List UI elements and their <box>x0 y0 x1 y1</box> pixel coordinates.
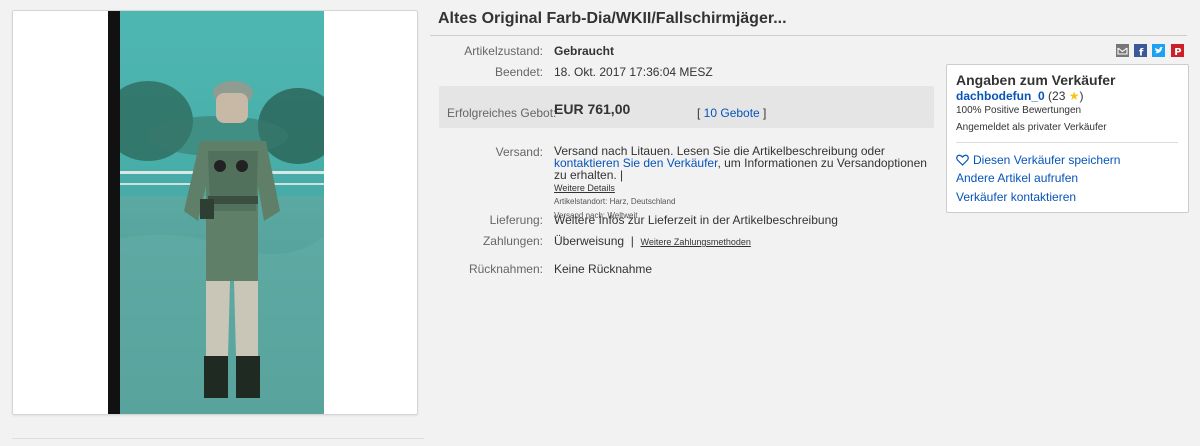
pinterest-icon[interactable]: P <box>1171 44 1184 57</box>
returns-value: Keine Rücknahme <box>554 262 653 276</box>
shipping-label: Versand: <box>495 145 543 159</box>
facebook-icon[interactable]: f <box>1134 44 1147 57</box>
item-image-panel[interactable] <box>12 10 418 415</box>
winning-bid-label: Erfolgreiches Gebot: <box>447 106 557 120</box>
shipping-info: Versand nach Litauen. Lesen Sie die Arti… <box>554 144 927 220</box>
email-icon[interactable] <box>1116 44 1129 57</box>
heart-icon <box>956 154 969 169</box>
svg-text:f: f <box>1139 48 1144 58</box>
ended-label: Beendet: <box>494 65 543 79</box>
condition-label: Artikelzustand: <box>464 44 543 58</box>
item-photo[interactable] <box>108 11 324 414</box>
seller-name-row: dachbodefun_0 (23 ★) <box>956 89 1084 103</box>
delivery-value: Weitere Infos zur Lieferzeit in der Arti… <box>554 213 838 227</box>
item-location: Artikelstandort: Harz, Deutschland <box>554 197 676 206</box>
seller-info-box: Angaben zum Verkäufer dachbodefun_0 (23 … <box>946 64 1189 213</box>
other-items-link[interactable]: Andere Artikel aufrufen <box>956 171 1078 185</box>
film-edge-strip <box>108 11 120 414</box>
winning-bid-box: Erfolgreiches Gebot: EUR 761,00 [ 10 Geb… <box>439 86 934 128</box>
contact-seller-button[interactable]: Verkäufer kontaktieren <box>956 190 1076 204</box>
delivery-label: Lieferung: <box>489 213 543 227</box>
returns-label: Rücknahmen: <box>468 262 543 276</box>
divider <box>12 438 424 439</box>
payment-value: Überweisung | Weitere Zahlungsmethoden <box>554 234 751 248</box>
star-icon: ★ <box>1068 89 1080 103</box>
seller-box-title: Angaben zum Verkäufer <box>956 72 1116 88</box>
save-seller-button[interactable]: Diesen Verkäufer speichern <box>956 153 1120 169</box>
bid-count-link[interactable]: 10 Gebote <box>704 106 760 120</box>
seller-registration: Angemeldet als privater Verkäufer <box>956 122 1107 133</box>
bid-count: [ 10 Gebote ] <box>697 106 767 120</box>
ended-value: 18. Okt. 2017 17:36:04 MESZ <box>554 65 713 79</box>
more-payment-methods-link[interactable]: Weitere Zahlungsmethoden <box>641 237 751 247</box>
winning-bid-value: EUR 761,00 <box>554 101 631 117</box>
title-divider <box>430 35 1187 36</box>
seller-positive-feedback: 100% Positive Bewertungen <box>956 105 1082 116</box>
condition-value: Gebraucht <box>554 44 615 58</box>
svg-text:P: P <box>1174 47 1181 57</box>
more-details-link[interactable]: Weitere Details <box>554 183 615 193</box>
payment-label: Zahlungen: <box>482 234 543 248</box>
twitter-icon[interactable] <box>1152 44 1165 57</box>
listing-title: Altes Original Farb-Dia/WKII/Fallschirmj… <box>438 10 787 27</box>
seller-divider <box>956 142 1178 143</box>
seller-name-link[interactable]: dachbodefun_0 <box>956 89 1045 103</box>
